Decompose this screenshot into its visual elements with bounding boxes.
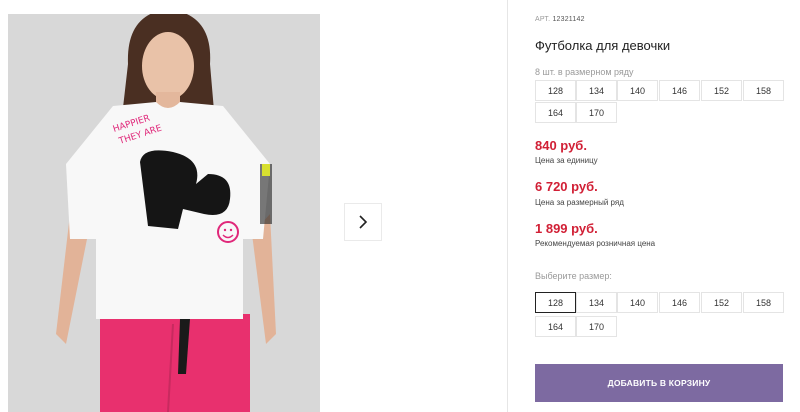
price-unit: 840 руб. (535, 138, 587, 153)
article-number: АРТ. 12321142 (535, 16, 585, 23)
product-photo[interactable]: HAPPIER THEY ARE (8, 14, 320, 412)
product-gallery: HAPPIER THEY ARE (0, 0, 508, 412)
size-option-170[interactable]: 170 (576, 316, 617, 337)
gallery-next-button[interactable] (344, 203, 382, 241)
price-retail-label: Рекомендуемая розничная цена (535, 239, 656, 248)
article-value: 12321142 (552, 16, 585, 23)
pack-size-cell: 134 (576, 80, 617, 101)
pack-size-cell: 146 (659, 80, 700, 101)
add-to-cart-button[interactable]: ДОБАВИТЬ В КОРЗИНУ (535, 364, 783, 402)
size-option-128[interactable]: 128 (535, 292, 576, 313)
size-option-146[interactable]: 146 (659, 292, 700, 313)
price-retail: 1 899 руб. (535, 221, 598, 236)
pack-size-cell: 164 (535, 102, 576, 123)
photo-illustration: HAPPIER THEY ARE (8, 14, 320, 412)
pack-label: 8 шт. в размерном ряду (535, 67, 634, 77)
size-select-label: Выберите размер: (535, 271, 612, 281)
product-title: Футболка для девочки (535, 38, 671, 53)
pack-size-cell: 170 (576, 102, 617, 123)
chevron-right-icon (359, 215, 368, 229)
size-option-164[interactable]: 164 (535, 316, 576, 337)
pack-size-cell: 140 (617, 80, 658, 101)
size-option-134[interactable]: 134 (576, 292, 617, 313)
pack-size-cell: 152 (701, 80, 742, 101)
price-row-label: Цена за размерный ряд (535, 198, 624, 207)
size-option-140[interactable]: 140 (617, 292, 658, 313)
price-unit-label: Цена за единицу (535, 156, 598, 165)
price-row: 6 720 руб. (535, 179, 598, 194)
size-option-158[interactable]: 158 (743, 292, 784, 313)
pack-size-cell: 158 (743, 80, 784, 101)
pack-size-cell: 128 (535, 80, 576, 101)
article-prefix: АРТ. (535, 16, 551, 23)
size-option-152[interactable]: 152 (701, 292, 742, 313)
